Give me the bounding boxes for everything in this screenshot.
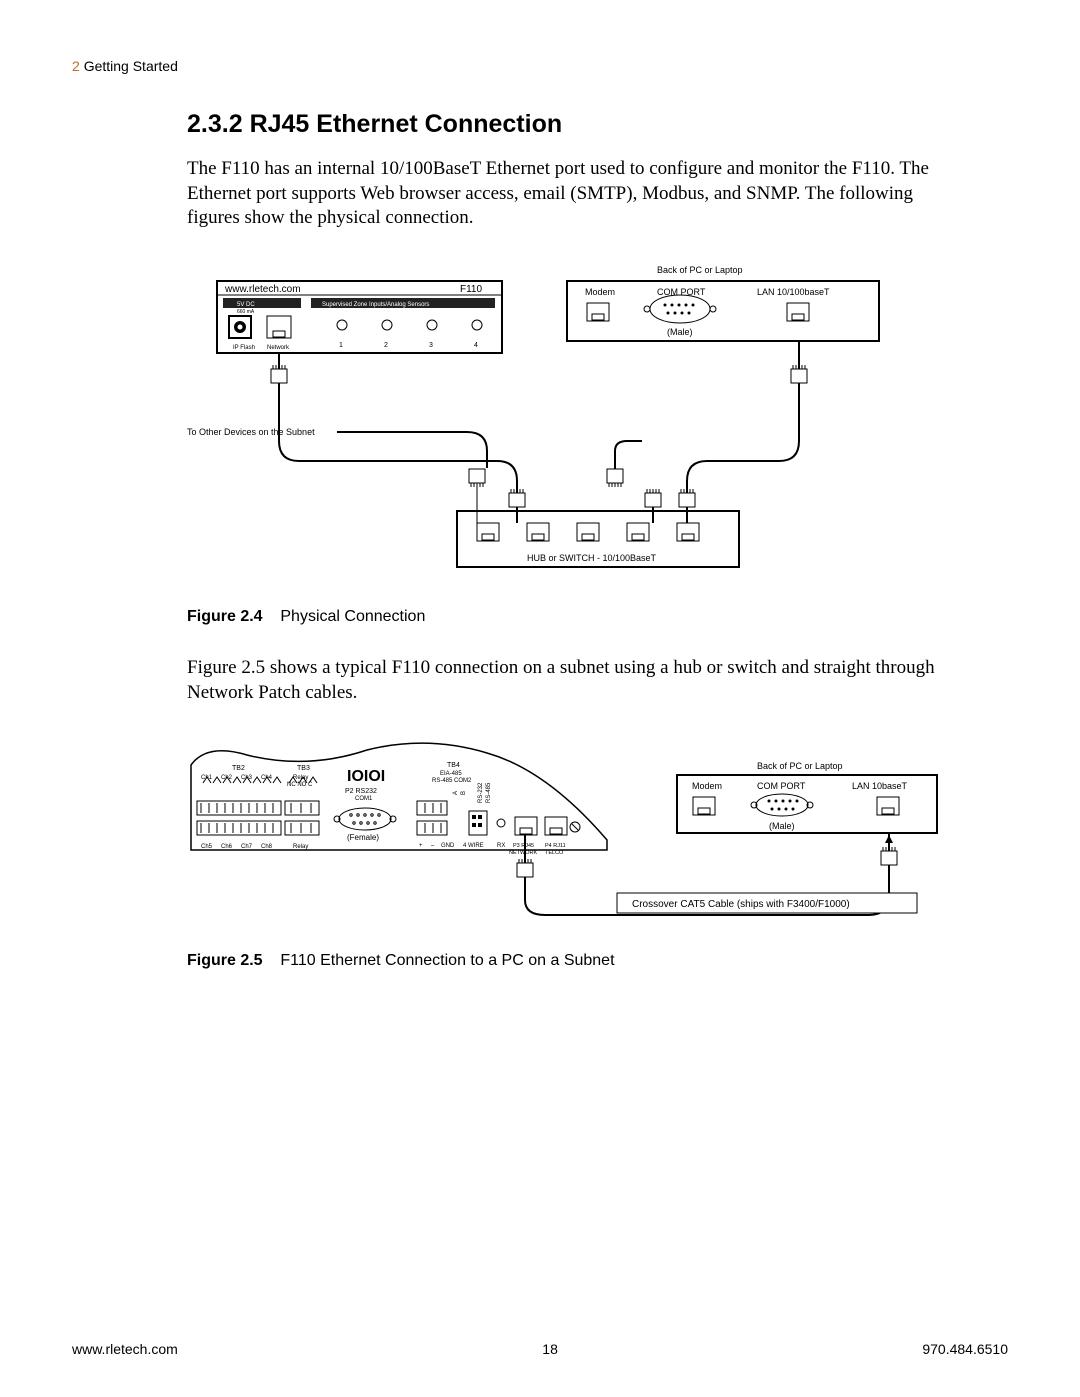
fig25-lan: LAN 10baseT <box>852 781 908 791</box>
fig25-tb4: TB4 <box>447 762 460 769</box>
fig24-male: (Male) <box>667 327 693 337</box>
fig24-url: www.rletech.com <box>224 284 301 295</box>
fig25-p2rs232: P2 RS232 <box>345 788 377 795</box>
fig25-network2: NETWORK <box>509 850 537 856</box>
chapter-title: Getting Started <box>84 58 178 74</box>
fig25-ch6: Ch6 <box>221 844 233 850</box>
fig25-ch7: Ch7 <box>241 844 253 850</box>
fig25-rs232-rot: RS-232 <box>478 782 484 803</box>
fig25-cable: Crossover CAT5 Cable (ships with F3400/F… <box>632 899 850 910</box>
figure-2-5: TB2 TB3 TB4 EIA-485 RS-485 COM2 Ch1 Ch2 … <box>187 735 947 940</box>
fig24-ipflash: IP Flash <box>233 345 255 351</box>
fig24-hub: HUB or SWITCH - 10/100BaseT <box>527 553 657 563</box>
fig24-port2: 2 <box>384 342 388 349</box>
page-footer: www.rletech.com 18 970.484.6510 <box>72 1341 1008 1357</box>
fig25-rs485-rot: RS-485 <box>486 782 492 803</box>
fig24-network: Network <box>267 345 290 351</box>
fig24-lan: LAN 10/100baseT <box>757 287 830 297</box>
section-heading: 2.3.2 RJ45 Ethernet Connection <box>187 110 947 139</box>
fig25-ch8: Ch8 <box>261 844 273 850</box>
fig25-eia485: EIA-485 <box>440 771 462 777</box>
fig25-relay-bot: Relay <box>293 844 308 850</box>
fig24-port4: 4 <box>474 342 478 349</box>
fig25-4wire: 4 WIRE <box>463 843 484 849</box>
fig24-dc: 5V DC <box>237 302 255 308</box>
figure-2-5-label: Figure 2.5 <box>187 952 263 969</box>
fig25-gnd: GND <box>441 843 455 849</box>
fig24-other: To Other Devices on the Subnet <box>187 427 315 437</box>
footer-center: 18 <box>542 1341 558 1357</box>
page-header: 2 Getting Started <box>72 58 1008 74</box>
figure-2-4-caption: Figure 2.4 Physical Connection <box>187 608 947 626</box>
fig25-telco: TELCO <box>545 850 564 856</box>
fig25-p3rj45: P3 RJ45 <box>513 843 534 849</box>
section-number: 2.3.2 <box>187 110 243 138</box>
figure-2-4: www.rletech.com F110 5V DC 660 mA Superv… <box>187 261 947 596</box>
fig24-analog: Supervised Zone Inputs/Analog Sensors <box>322 302 429 308</box>
fig25-modem: Modem <box>692 781 722 791</box>
fig25-com1: COM1 <box>355 796 373 802</box>
fig25-ch5: Ch5 <box>201 844 213 850</box>
fig24-pcback: Back of PC or Laptop <box>657 265 743 275</box>
footer-left: www.rletech.com <box>72 1341 178 1357</box>
fig24-amp: 660 mA <box>237 309 255 315</box>
figure-2-5-caption-text: F110 Ethernet Connection to a PC on a Su… <box>280 952 614 969</box>
fig25-male: (Male) <box>769 821 795 831</box>
paragraph-2: Figure 2.5 shows a typical F110 connecti… <box>187 656 947 705</box>
paragraph-1: The F110 has an internal 10/100BaseT Eth… <box>187 157 947 231</box>
figure-2-5-caption: Figure 2.5 F110 Ethernet Connection to a… <box>187 952 947 970</box>
footer-right: 970.484.6510 <box>922 1341 1008 1357</box>
fig24-device: F110 <box>460 284 482 295</box>
fig25-rs485com2: RS-485 COM2 <box>432 778 472 784</box>
fig25-pcback: Back of PC or Laptop <box>757 761 843 771</box>
fig25-comport: COM PORT <box>757 781 806 791</box>
section-title: RJ45 Ethernet Connection <box>250 110 563 138</box>
fig25-rx: RX <box>497 843 505 849</box>
fig25-a: A <box>453 791 459 795</box>
fig24-port1: 1 <box>339 342 343 349</box>
fig24-modem: Modem <box>585 287 615 297</box>
fig25-plus: + <box>419 843 423 849</box>
figure-2-4-label: Figure 2.4 <box>187 608 263 625</box>
fig25-ioioi: IOIOI <box>347 768 385 785</box>
fig25-p4rj11: P4 RJ11 <box>545 843 566 849</box>
figure-2-4-caption-text: Physical Connection <box>280 608 425 625</box>
fig24-port3: 3 <box>429 342 433 349</box>
chapter-number: 2 <box>72 58 80 74</box>
fig25-female: (Female) <box>347 833 379 842</box>
fig25-b: B <box>461 791 467 795</box>
fig25-tb2: TB2 <box>232 765 245 772</box>
fig25-tb3: TB3 <box>297 765 310 772</box>
